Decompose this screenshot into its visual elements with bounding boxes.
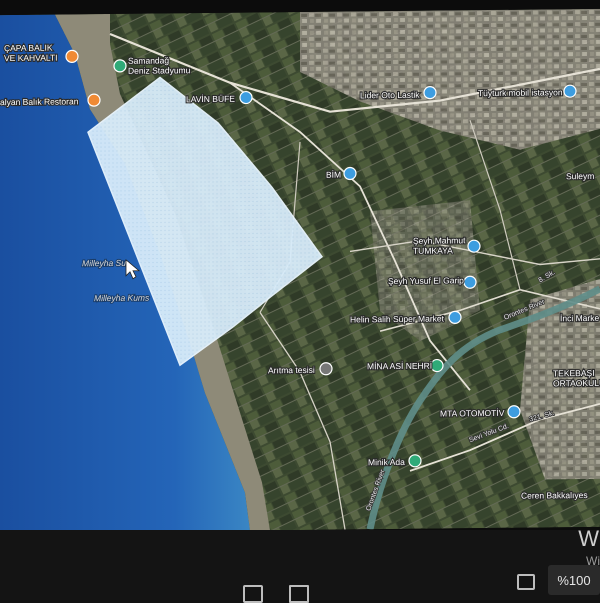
poi-marker-icon[interactable] — [239, 90, 253, 105]
poi-marker-icon[interactable] — [463, 275, 477, 289]
poi-label: İnci Marke — [560, 313, 599, 323]
poi-inci[interactable]: İnci Marke — [559, 312, 600, 325]
poi-minik[interactable]: Minik Ada — [367, 454, 422, 468]
poi-label: Şeyh Yusuf El Garip — [388, 275, 464, 286]
poi-marker-icon[interactable] — [65, 49, 79, 63]
poi-marker-icon[interactable] — [408, 454, 422, 468]
poi-label: ÇAPA BALIK — [4, 43, 53, 54]
poi-label: Helin Salih Süper Market — [350, 313, 445, 324]
poi-label: Ceren Bakkalıyes — [521, 490, 588, 501]
poi-aritma[interactable]: Arıtma tesisi — [267, 362, 333, 376]
poi-suleyman[interactable]: Suleym — [565, 170, 596, 182]
poi-label: Tüyturk mobil istasyon — [478, 87, 563, 98]
poi-label: Suleym — [566, 171, 594, 181]
poi-bim[interactable]: BİM — [325, 166, 357, 181]
poi-label: Deniz Stadyumu — [128, 65, 191, 76]
poi-marker-icon[interactable] — [430, 358, 444, 373]
water-label: Milleyha Su — [82, 258, 126, 268]
satellite-map[interactable]: ÇAPA BALIK VE KAHVALTI Samandağ Deniz Stady… — [0, 8, 600, 534]
poi-marker-icon[interactable] — [87, 93, 101, 107]
poi-tekebasi[interactable]: TEKEBAŞIORTAOKULU — [552, 367, 600, 390]
poi-ceren[interactable]: Ceren Bakkalıyes — [520, 489, 589, 502]
poi-marker-icon[interactable] — [319, 362, 333, 376]
poi-label: Lider Oto Lastik — [360, 90, 420, 101]
poi-label: Minik Ada — [368, 457, 405, 467]
poi-marker-icon[interactable] — [423, 86, 437, 100]
clipboard-icon[interactable] — [289, 585, 309, 603]
poi-marker-icon[interactable] — [448, 310, 462, 324]
activation-watermark-title: W — [578, 526, 600, 551]
poi-label: TEKEBAŞI — [553, 368, 595, 378]
poi-label: MTA OTOMOTİV — [440, 408, 505, 419]
poi-label: MİNA ASİ NEHRİ — [367, 361, 432, 372]
poi-marker-icon[interactable] — [563, 84, 577, 98]
window-icon[interactable] — [243, 585, 263, 603]
poi-label: TUMKAYA — [413, 245, 453, 255]
poi-tuyturk[interactable]: Tüyturk mobil istasyon — [477, 84, 577, 99]
poi-label: BİM — [326, 170, 341, 180]
poi-lavin[interactable]: LAVİN BÜFE — [185, 90, 253, 105]
poi-marker-icon[interactable] — [343, 166, 357, 181]
poi-label: Şeyh Mahmut — [413, 235, 466, 246]
screen-frame: ÇAPA BALIK VE KAHVALTI Samandağ Deniz Stady… — [0, 0, 600, 603]
poi-label: LAVİN BÜFE — [186, 94, 235, 105]
poi-marker-icon[interactable] — [113, 59, 127, 73]
poi-label: alyan Balık Restoran — [0, 96, 79, 107]
poi-marker-icon[interactable] — [467, 239, 481, 253]
poi-label: ORTAOKULU — [553, 378, 600, 389]
screen-icon[interactable] — [517, 574, 535, 590]
poi-label: VE KAHVALTI — [4, 53, 58, 64]
poi-label: Samandağ — [128, 55, 169, 65]
poi-marker-icon[interactable] — [507, 405, 521, 419]
poi-label: Arıtma tesisi — [268, 365, 315, 375]
water-label: Milleyha Kums — [94, 293, 150, 304]
poi-mina[interactable]: MİNA ASİ NEHRİ — [366, 358, 444, 373]
zoom-level[interactable]: %100 — [548, 565, 600, 595]
